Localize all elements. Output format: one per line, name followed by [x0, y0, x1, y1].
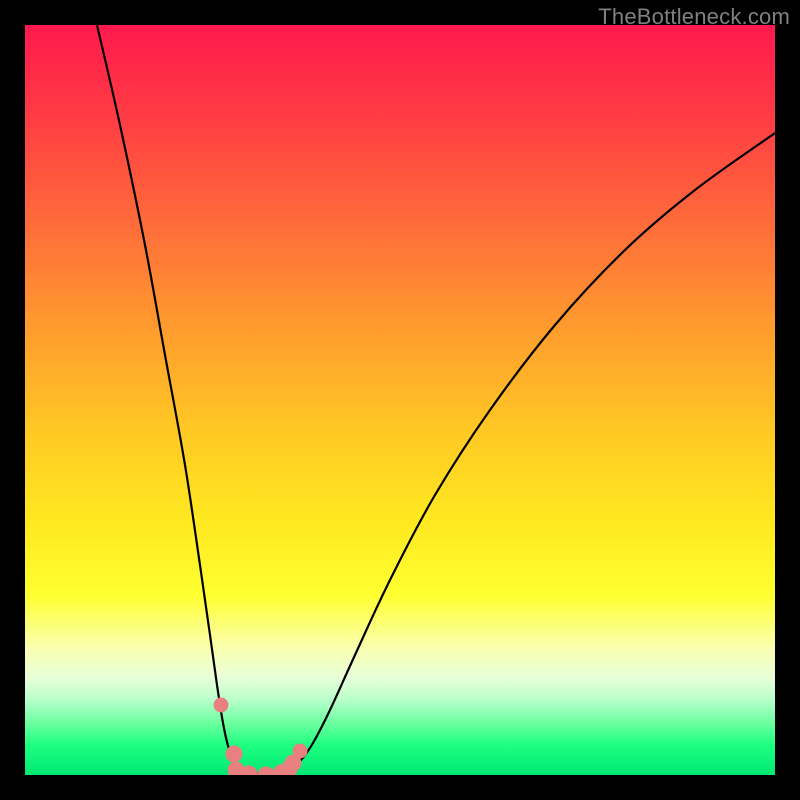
curve-markers — [214, 698, 307, 775]
bottleneck-curve — [97, 25, 775, 774]
curve-marker — [258, 767, 274, 775]
curve-marker — [293, 744, 307, 758]
watermark-text: TheBottleneck.com — [598, 4, 790, 30]
chart-svg — [25, 25, 775, 775]
curve-marker — [214, 698, 228, 712]
curve-marker — [226, 746, 242, 762]
chart-plot-area — [25, 25, 775, 775]
